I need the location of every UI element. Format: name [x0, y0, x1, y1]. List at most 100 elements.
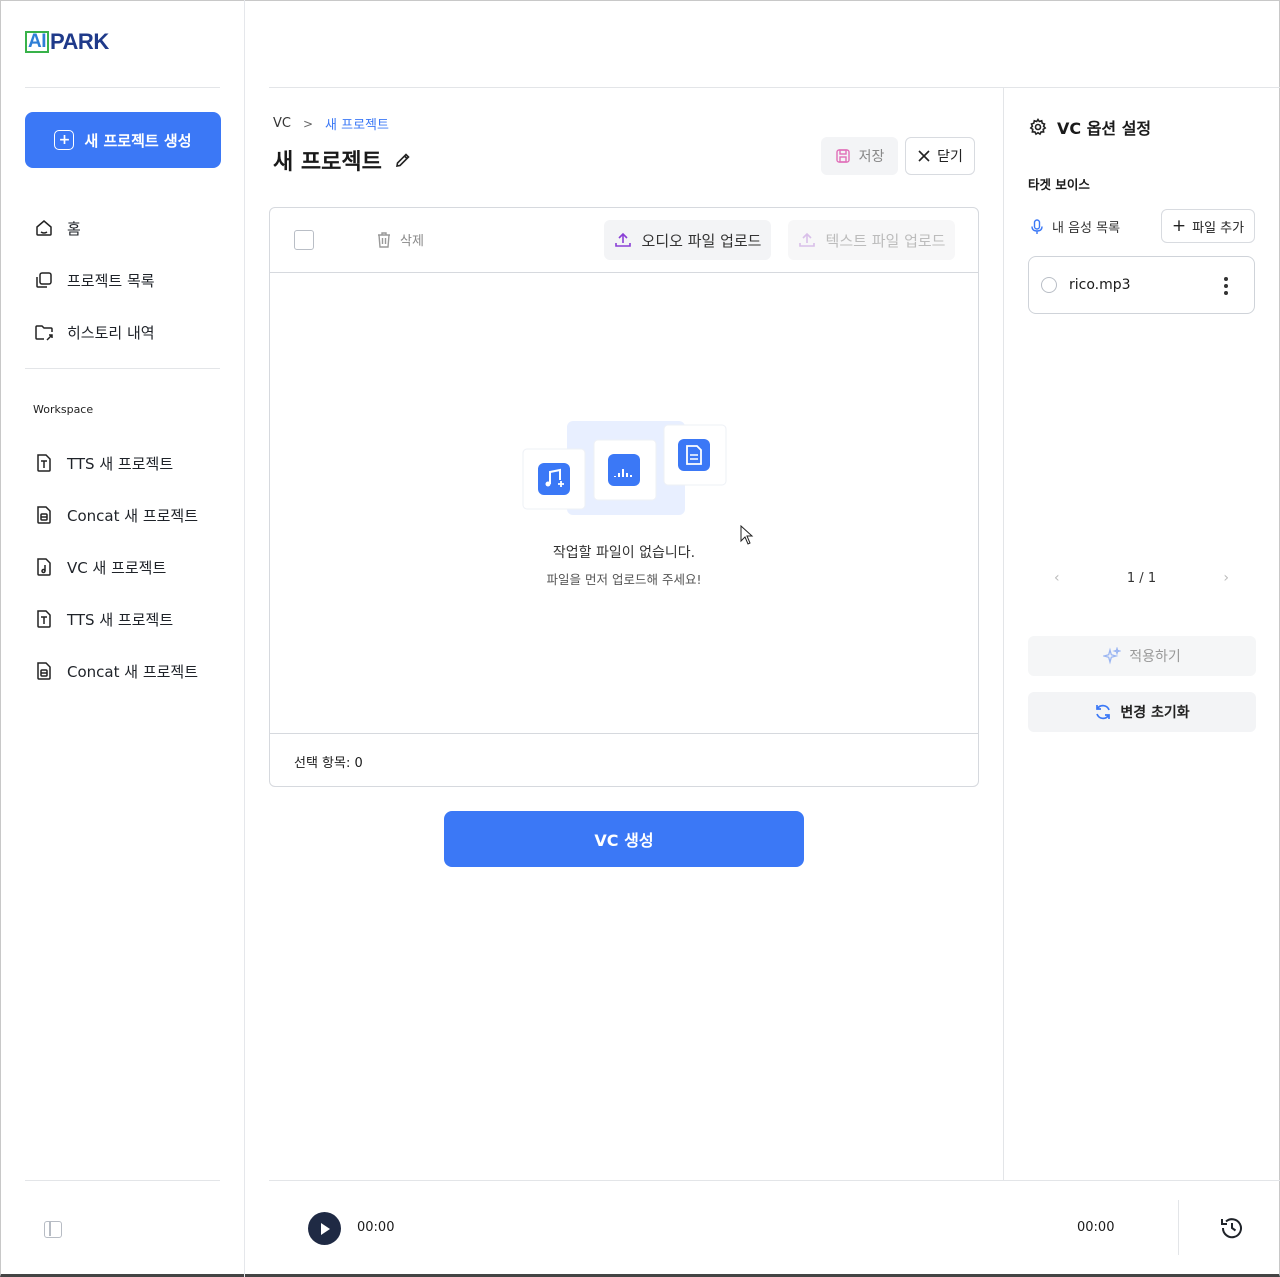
breadcrumb-root[interactable]: VC: [273, 116, 291, 131]
options-divider: [1003, 88, 1004, 1181]
logo-park: PARK: [50, 29, 109, 54]
chevron-left-icon[interactable]: ‹: [1054, 570, 1060, 586]
play-icon: [320, 1222, 330, 1235]
workspace-item[interactable]: VC 새 프로젝트: [34, 555, 166, 579]
workspace-item-label: VC 새 프로젝트: [67, 558, 167, 577]
voice-item[interactable]: rico.mp3: [1028, 256, 1255, 314]
delete-label: 삭제: [400, 234, 424, 249]
empty-subtitle: 파일을 먼저 업로드해 주세요!: [546, 572, 702, 587]
workspace-item-label: TTS 새 프로젝트: [67, 610, 174, 629]
header-divider: [269, 87, 1280, 88]
options-title-text: VC 옵션 설정: [1057, 119, 1152, 138]
workspace-label: Workspace: [33, 403, 94, 416]
nav-home[interactable]: 홈: [34, 216, 81, 240]
logo-ai: AI: [25, 31, 49, 53]
my-voice-list-label: 내 음성 목록: [1052, 221, 1121, 236]
reset-button[interactable]: 변경 초기화: [1028, 692, 1256, 732]
close-icon: [918, 150, 930, 162]
workspace-item-label: Concat 새 프로젝트: [67, 662, 199, 681]
page-indicator: 1 / 1: [1126, 570, 1157, 586]
workspace-item[interactable]: TTS 새 프로젝트: [34, 451, 173, 475]
trash-icon: [378, 231, 390, 248]
file-panel-footer-divider: [270, 733, 978, 734]
reset-label: 변경 초기화: [1120, 705, 1190, 721]
folder-link-icon: [35, 325, 53, 341]
save-button[interactable]: 저장: [821, 137, 898, 175]
floppy-icon: [835, 149, 850, 163]
workspace-item-label: TTS 새 프로젝트: [67, 454, 174, 473]
nav-history-label: 히스토리 내역: [67, 323, 155, 342]
file-panel: 삭제 오디오 파일 업로드 텍스트 파일 업로드 작업할 파일이 없습니다. 파…: [269, 207, 979, 787]
history-icon[interactable]: [1218, 1214, 1246, 1242]
plus-icon: +: [1171, 216, 1187, 236]
text-upload-label: 텍스트 파일 업로드: [825, 231, 946, 250]
sparkle-icon: [1103, 647, 1122, 665]
nav-project-list[interactable]: 프로젝트 목록: [34, 268, 155, 292]
chevron-right-icon: >: [302, 116, 314, 131]
refresh-icon: [1096, 704, 1111, 720]
player-divider: [269, 1180, 1280, 1181]
sidebar: AI PARK + 새 프로젝트 생성 홈 프로젝트 목록 히스토리 내역 Wo…: [0, 0, 245, 1277]
sidebar-divider: [25, 368, 220, 369]
voice-radio[interactable]: [1041, 277, 1057, 293]
page-title-text: 새 프로젝트: [273, 150, 382, 175]
microphone-icon: [1031, 218, 1043, 234]
upload-icon: [614, 232, 631, 247]
file-toolbar: 삭제 오디오 파일 업로드 텍스트 파일 업로드: [270, 208, 978, 273]
apply-button[interactable]: 적용하기: [1028, 636, 1256, 676]
sidebar-divider: [25, 87, 220, 88]
sidebar-toggle-icon[interactable]: [44, 1221, 62, 1238]
empty-title: 작업할 파일이 없습니다.: [552, 545, 696, 561]
file-text-icon: [37, 610, 51, 628]
page-title: 새 프로젝트: [273, 144, 412, 176]
copy-icon: [36, 272, 52, 288]
add-file-button[interactable]: + 파일 추가: [1161, 209, 1255, 243]
breadcrumb: VC > 새 프로젝트: [273, 114, 389, 133]
selected-count: 선택 항목: 0: [294, 756, 363, 771]
audio-upload-label: 오디오 파일 업로드: [641, 231, 762, 250]
player-separator: [1178, 1200, 1179, 1255]
text-upload-button[interactable]: 텍스트 파일 업로드: [788, 220, 955, 260]
current-time: 00:00: [357, 1220, 395, 1235]
nav-history[interactable]: 히스토리 내역: [34, 320, 155, 344]
empty-files-illustration: [522, 421, 727, 515]
home-icon: [36, 220, 52, 236]
sidebar-divider: [25, 1180, 220, 1181]
new-project-button[interactable]: + 새 프로젝트 생성: [25, 112, 221, 168]
my-voice-list: 내 음성 목록: [1030, 217, 1120, 236]
close-button[interactable]: 닫기: [905, 137, 975, 175]
workspace-item[interactable]: Concat 새 프로젝트: [34, 503, 198, 527]
gear-icon: [1029, 118, 1047, 136]
nav-project-list-label: 프로젝트 목록: [67, 271, 155, 290]
file-text-icon: [37, 454, 51, 472]
pencil-icon[interactable]: [394, 151, 412, 169]
file-music-icon: [37, 558, 51, 576]
brand-logo[interactable]: AI PARK: [25, 29, 109, 54]
voice-name: rico.mp3: [1069, 277, 1131, 293]
chevron-right-icon[interactable]: ›: [1223, 570, 1229, 586]
file-concat-icon: [37, 662, 51, 680]
voice-pagination: ‹ 1 / 1 ›: [1028, 570, 1255, 586]
save-label: 저장: [858, 149, 885, 165]
target-voice-label: 타겟 보이스: [1028, 177, 1090, 192]
file-concat-icon: [37, 506, 51, 524]
workspace-item[interactable]: TTS 새 프로젝트: [34, 607, 173, 631]
more-options-icon[interactable]: [1224, 277, 1228, 295]
add-file-label: 파일 추가: [1192, 220, 1245, 236]
options-title: VC 옵션 설정: [1029, 115, 1151, 139]
apply-label: 적용하기: [1129, 649, 1181, 665]
vc-generate-button[interactable]: VC 생성: [444, 811, 804, 867]
upload-icon: [798, 232, 815, 247]
plus-icon: +: [54, 130, 75, 150]
breadcrumb-current: 새 프로젝트: [325, 118, 389, 133]
delete-button[interactable]: 삭제: [376, 230, 424, 249]
new-project-label: 새 프로젝트 생성: [84, 131, 192, 150]
workspace-item[interactable]: Concat 새 프로젝트: [34, 659, 198, 683]
total-time: 00:00: [1077, 1220, 1115, 1235]
mouse-cursor-icon: [740, 525, 754, 545]
close-label: 닫기: [937, 149, 963, 165]
audio-upload-button[interactable]: 오디오 파일 업로드: [604, 220, 771, 260]
play-button[interactable]: [308, 1212, 341, 1245]
nav-home-label: 홈: [67, 219, 81, 238]
select-all-checkbox[interactable]: [294, 230, 314, 250]
